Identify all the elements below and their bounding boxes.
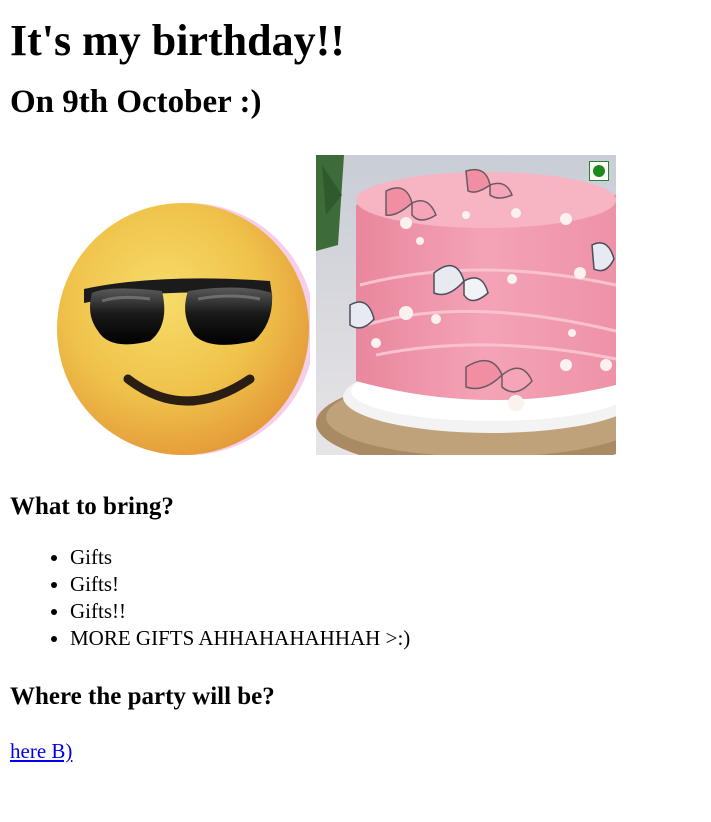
- list-item: Gifts!!: [70, 598, 701, 625]
- page-subtitle: On 9th October :): [10, 84, 262, 120]
- cake-image: [316, 155, 656, 471]
- image-row: [10, 155, 701, 471]
- list-item: Gifts: [70, 544, 701, 571]
- page-content: It's my birthday!! On 9th October :) Wha…: [0, 14, 711, 763]
- bring-list: Gifts Gifts! Gifts!! MORE GIFTS AHHAHAHA…: [10, 544, 701, 652]
- list-item: MORE GIFTS AHHAHAHAHHAH >:): [70, 625, 701, 652]
- list-item: Gifts!: [70, 571, 701, 598]
- party-location-link[interactable]: here B): [10, 739, 72, 763]
- emoji-image: [10, 155, 310, 455]
- page-title: It's my birthday!!: [10, 16, 345, 65]
- veg-badge-icon: [589, 161, 609, 181]
- sunglasses-smiley-icon: [57, 203, 310, 455]
- bring-heading: What to bring?: [10, 493, 174, 520]
- pink-butterfly-cake-image: [316, 155, 656, 471]
- party-heading: Where the party will be?: [10, 683, 275, 710]
